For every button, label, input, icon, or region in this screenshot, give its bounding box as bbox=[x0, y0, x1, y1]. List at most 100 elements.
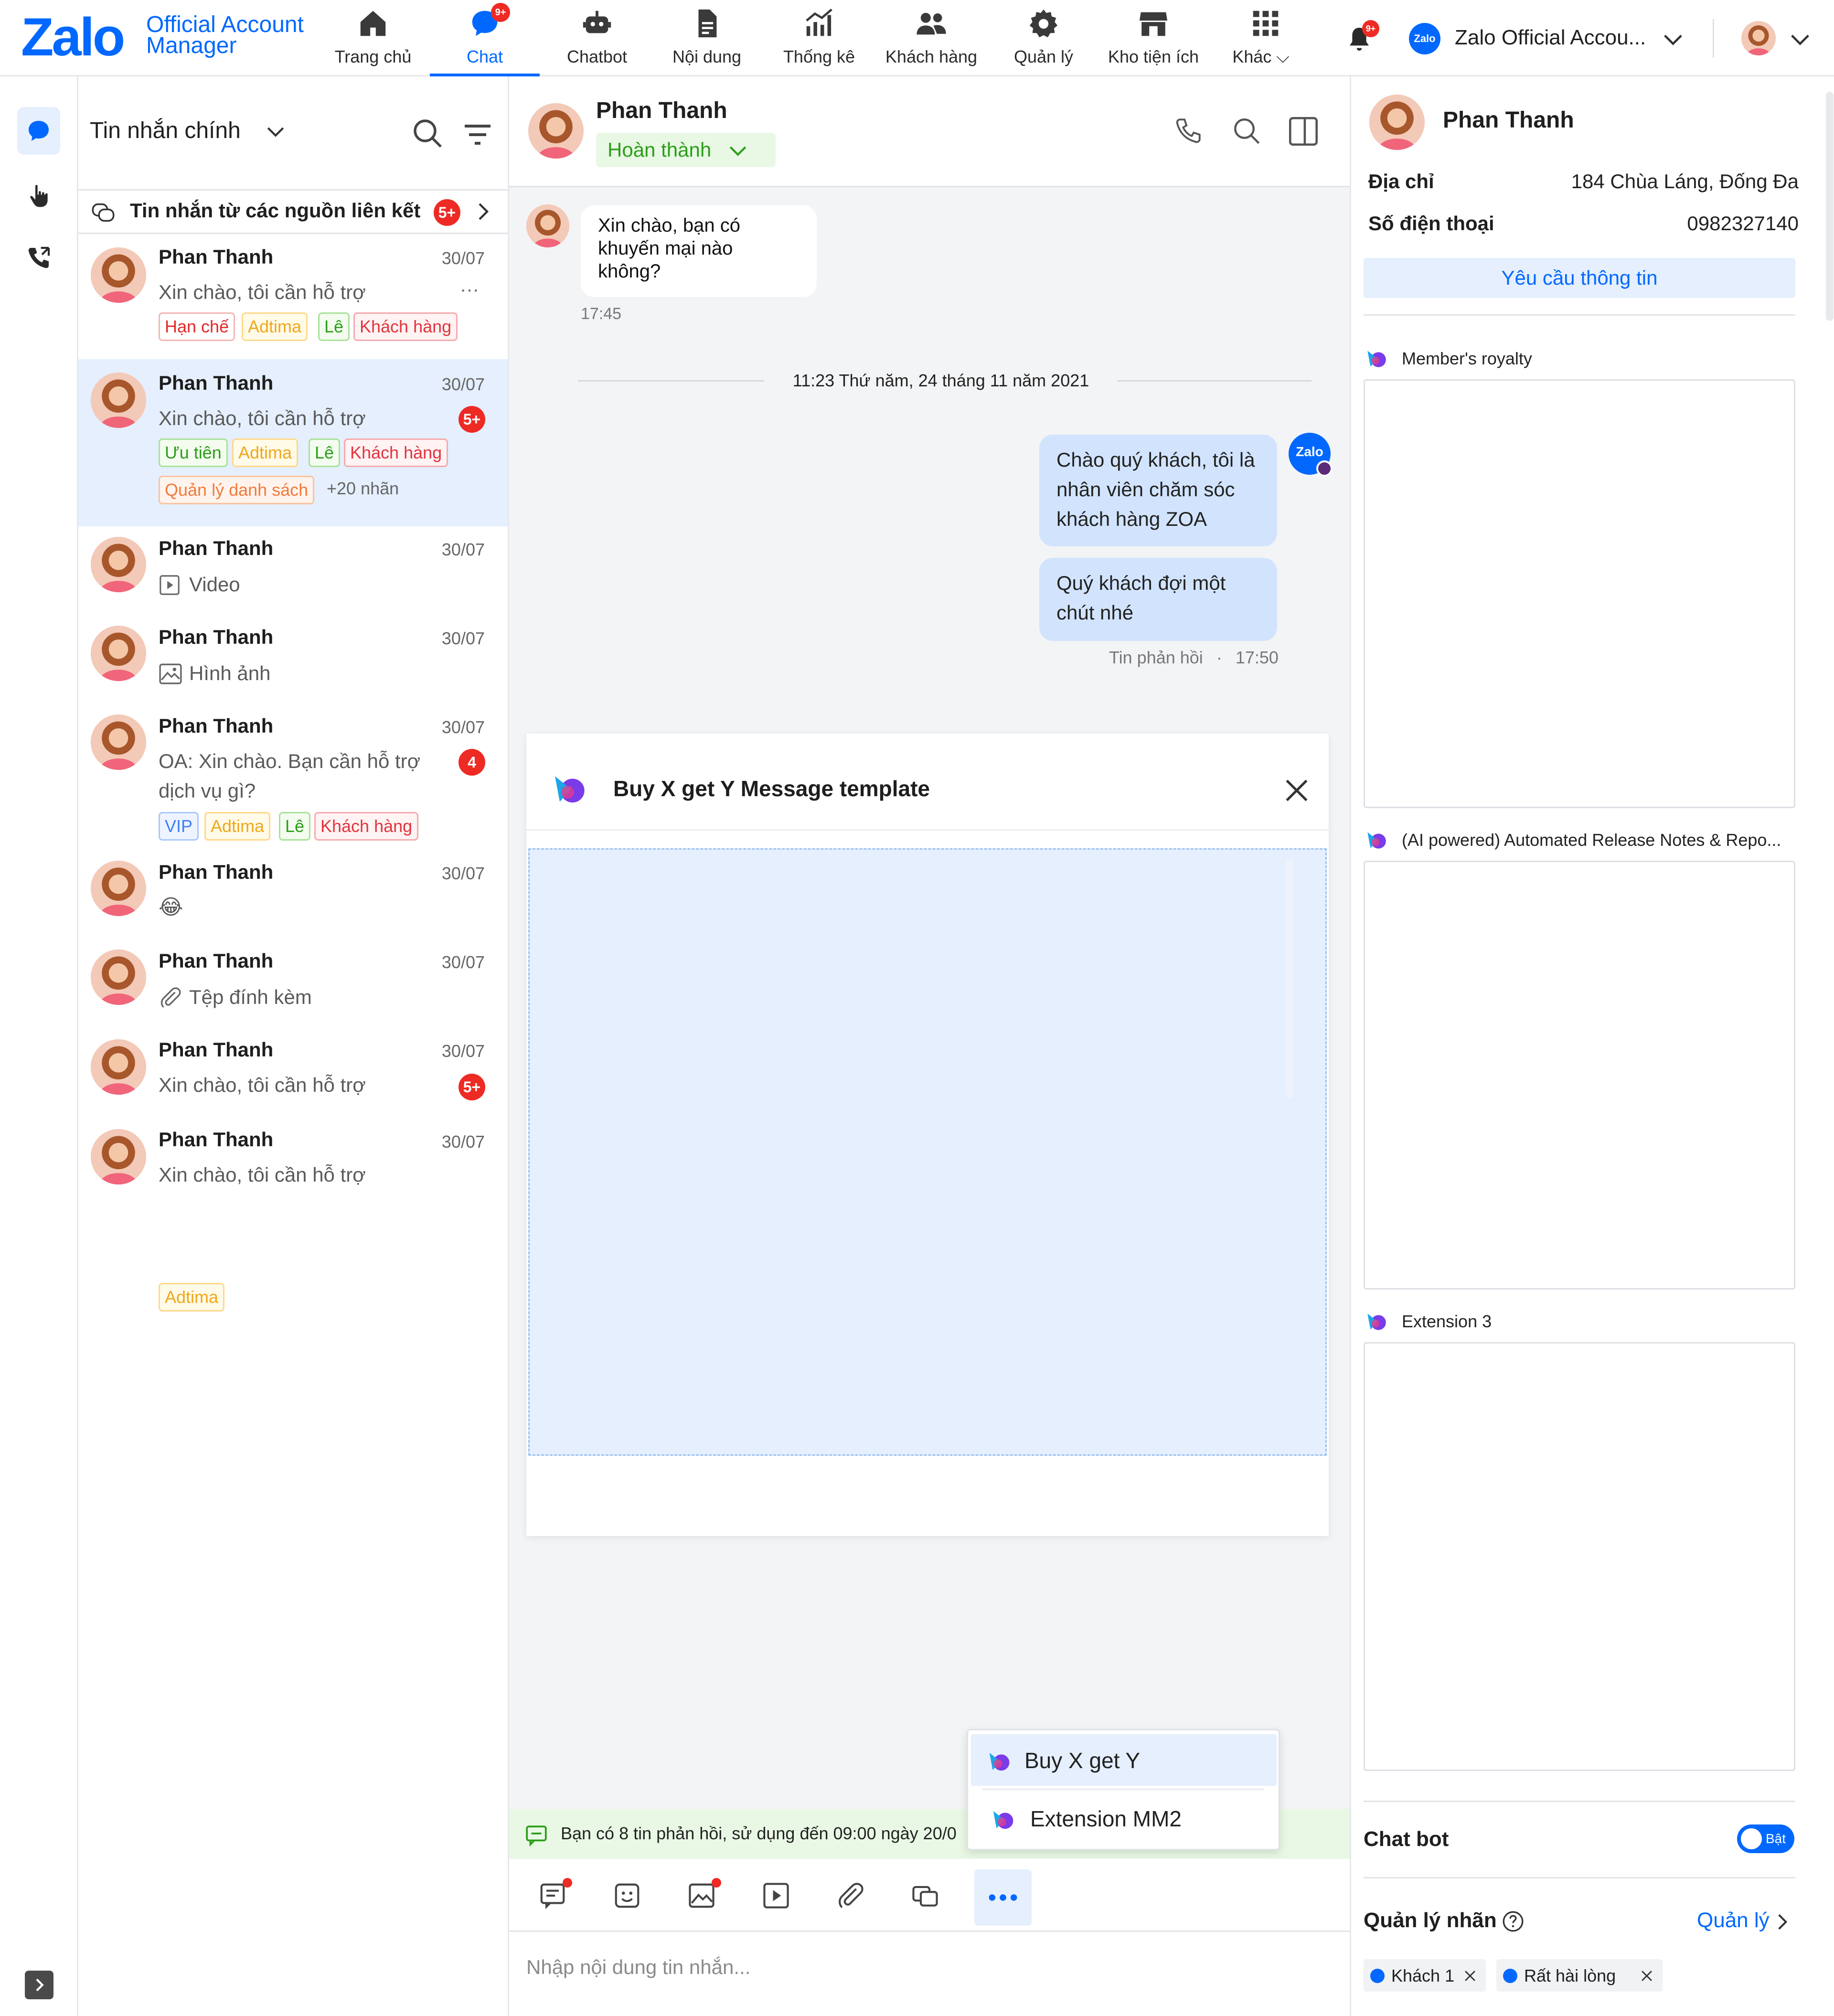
popup-item-buy-x-get-y[interactable]: Buy X get Y bbox=[971, 1734, 1277, 1786]
manage-labels-link[interactable]: Quản lý bbox=[1697, 1909, 1770, 1932]
search-icon[interactable] bbox=[411, 117, 445, 151]
conversation-item[interactable]: Phan Thanh 30/07 Video bbox=[78, 526, 508, 615]
filter-icon[interactable] bbox=[460, 117, 495, 152]
avatar bbox=[91, 949, 146, 1005]
more-options-icon bbox=[989, 1894, 1017, 1901]
template-scrollbar[interactable] bbox=[1286, 859, 1294, 1098]
video-icon bbox=[160, 575, 180, 595]
toggle-side-panel-icon[interactable] bbox=[1287, 115, 1320, 148]
conversation-item[interactable]: Phan Thanh 30/07 Xin chào, tôi cần hỗ tr… bbox=[78, 1118, 508, 1312]
message-input-placeholder: Nhập nội dung tin nhắn... bbox=[526, 1956, 751, 1978]
rail-touch-button[interactable] bbox=[17, 172, 60, 220]
outgoing-message-bubble[interactable]: Chào quý khách, tôi là nhân viên chăm só… bbox=[1039, 435, 1277, 546]
zalo-logo[interactable]: Zalo bbox=[21, 9, 125, 66]
conversation-date: 30/07 bbox=[441, 717, 485, 737]
nav-home[interactable]: Trang chủ bbox=[328, 0, 418, 75]
conversation-date: 30/07 bbox=[441, 1041, 485, 1061]
avatar bbox=[91, 626, 146, 681]
chevron-right-icon[interactable] bbox=[1774, 1911, 1791, 1932]
more-options-icon[interactable]: ··· bbox=[460, 279, 479, 300]
chevron-down-icon: ⌵ bbox=[1276, 47, 1290, 66]
extension-brand-icon bbox=[989, 1753, 1010, 1771]
video-icon[interactable] bbox=[761, 1881, 791, 1910]
extension-title: (AI powered) Automated Release Notes & R… bbox=[1402, 830, 1781, 850]
nav-chat[interactable]: 9+ Chat bbox=[430, 0, 540, 76]
incoming-message-bubble[interactable]: Xin chào, bạn có khuyến mại nào không? bbox=[581, 205, 817, 297]
expand-rail-button[interactable] bbox=[25, 1971, 53, 1999]
chevron-right-icon bbox=[36, 1978, 44, 1992]
extension-brand-icon bbox=[1367, 351, 1386, 367]
message-preview: Xin chào, tôi cần hỗ trợ bbox=[159, 1163, 366, 1186]
contact-avatar[interactable] bbox=[528, 103, 584, 159]
avatar bbox=[91, 1129, 146, 1184]
panel-scrollbar[interactable] bbox=[1826, 92, 1834, 321]
nav-utilities-store[interactable]: Kho tiện ích bbox=[1098, 0, 1208, 75]
message-line: không? bbox=[598, 261, 661, 282]
incoming-timestamp: 17:45 bbox=[581, 305, 622, 323]
nav-chatbot[interactable]: Chatbot bbox=[549, 0, 645, 75]
nav-content-label: Nội dung bbox=[672, 47, 742, 66]
more-extensions-button[interactable] bbox=[974, 1869, 1032, 1926]
sticker-icon[interactable] bbox=[612, 1881, 642, 1910]
conversation-item[interactable]: Phan Thanh 30/07 Hình ảnh bbox=[78, 615, 508, 704]
avatar bbox=[91, 715, 146, 770]
request-info-button[interactable]: Yêu cầu thông tin bbox=[1364, 258, 1795, 298]
sender-avatar bbox=[526, 204, 569, 247]
label-color-dot bbox=[1503, 1969, 1517, 1983]
conversation-item-selected[interactable]: Phan Thanh 30/07 Xin chào, tôi cần hỗ tr… bbox=[78, 359, 508, 526]
new-indicator-dot bbox=[712, 1878, 721, 1888]
nav-more[interactable]: Khác ⌵ bbox=[1223, 0, 1309, 75]
label-tag: Adtima bbox=[242, 312, 308, 341]
rail-calls-button[interactable] bbox=[17, 234, 60, 282]
chatbot-toggle[interactable]: Bật bbox=[1737, 1824, 1794, 1853]
message-preview: Xin chào, tôi cần hỗ trợ bbox=[159, 407, 366, 429]
labels-title: Quản lý nhãn bbox=[1364, 1909, 1497, 1932]
paperclip-icon[interactable] bbox=[836, 1881, 865, 1910]
inbox-selector[interactable]: Tin nhắn chính bbox=[90, 117, 300, 156]
nav-manage[interactable]: Quản lý bbox=[998, 0, 1089, 75]
message-line: khách hàng ZOA bbox=[1056, 508, 1207, 530]
remove-label-icon[interactable] bbox=[1462, 1968, 1478, 1984]
forms-icon[interactable] bbox=[910, 1881, 940, 1910]
popup-item-extension-mm2[interactable]: Extension MM2 bbox=[971, 1792, 1277, 1844]
account-switcher[interactable]: Zalo Zalo Official Accou... bbox=[1409, 21, 1772, 55]
divider bbox=[526, 829, 1329, 831]
customer-label-chip[interactable]: Khách 1 bbox=[1364, 1959, 1486, 1992]
rail-messages-button[interactable] bbox=[17, 107, 60, 155]
user-menu[interactable] bbox=[1741, 21, 1834, 55]
remove-label-icon[interactable] bbox=[1639, 1968, 1655, 1984]
nav-statistics[interactable]: Thống kê bbox=[769, 0, 869, 75]
nav-content[interactable]: Nội dung bbox=[659, 0, 755, 75]
label-tag: Khách hàng bbox=[344, 438, 448, 467]
customer-label-chip[interactable]: Rất hài lòng bbox=[1496, 1959, 1663, 1992]
extension-frame[interactable] bbox=[1364, 379, 1795, 808]
user-avatar bbox=[1741, 21, 1776, 55]
search-icon[interactable] bbox=[1231, 116, 1263, 147]
close-icon[interactable] bbox=[1282, 776, 1312, 805]
label-tag: Adtima bbox=[159, 1283, 225, 1312]
extension-brand-icon bbox=[555, 776, 585, 803]
conversation-item[interactable]: Phan Thanh 30/07 Tệp đính kèm bbox=[78, 939, 508, 1028]
more-tags-count[interactable]: +20 nhãn bbox=[327, 479, 399, 499]
new-indicator-dot bbox=[563, 1878, 572, 1888]
extension-frame[interactable] bbox=[1364, 1342, 1795, 1771]
conversation-date: 30/07 bbox=[441, 540, 485, 559]
label-tag: Lê bbox=[318, 312, 350, 341]
conversation-item[interactable]: Phan Thanh 30/07 OA: Xin chào. Bạn cần h… bbox=[78, 704, 508, 850]
conversation-item[interactable]: Phan Thanh 30/07 😂 bbox=[78, 850, 508, 939]
extension-frame[interactable] bbox=[1364, 861, 1795, 1290]
extension-brand-icon bbox=[1367, 1313, 1386, 1330]
help-icon[interactable] bbox=[1501, 1909, 1525, 1933]
conversation-item[interactable]: Phan Thanh 30/07 Xin chào, tôi cần hỗ tr… bbox=[78, 234, 508, 359]
contact-name: Phan Thanh bbox=[159, 245, 274, 268]
linked-sources-row[interactable]: Tin nhắn từ các nguồn liên kết 5+ bbox=[78, 191, 508, 233]
outgoing-message-bubble[interactable]: Quý khách đợi một chút nhé bbox=[1039, 558, 1277, 641]
conversation-status-dropdown[interactable]: Hoàn thành bbox=[596, 133, 776, 167]
phone-icon[interactable] bbox=[1172, 116, 1204, 147]
nav-customers[interactable]: Khách hàng bbox=[879, 0, 984, 75]
conversation-item[interactable]: Phan Thanh 30/07 Xin chào, tôi cần hỗ tr… bbox=[78, 1028, 508, 1118]
logo-subtitle-line-2: Manager bbox=[146, 33, 237, 58]
notification-button[interactable]: 9+ bbox=[1342, 20, 1379, 56]
logo-subtitle-line-1: Official Account bbox=[146, 12, 304, 37]
message-composer[interactable]: Nhập nội dung tin nhắn... bbox=[509, 1932, 1350, 2016]
